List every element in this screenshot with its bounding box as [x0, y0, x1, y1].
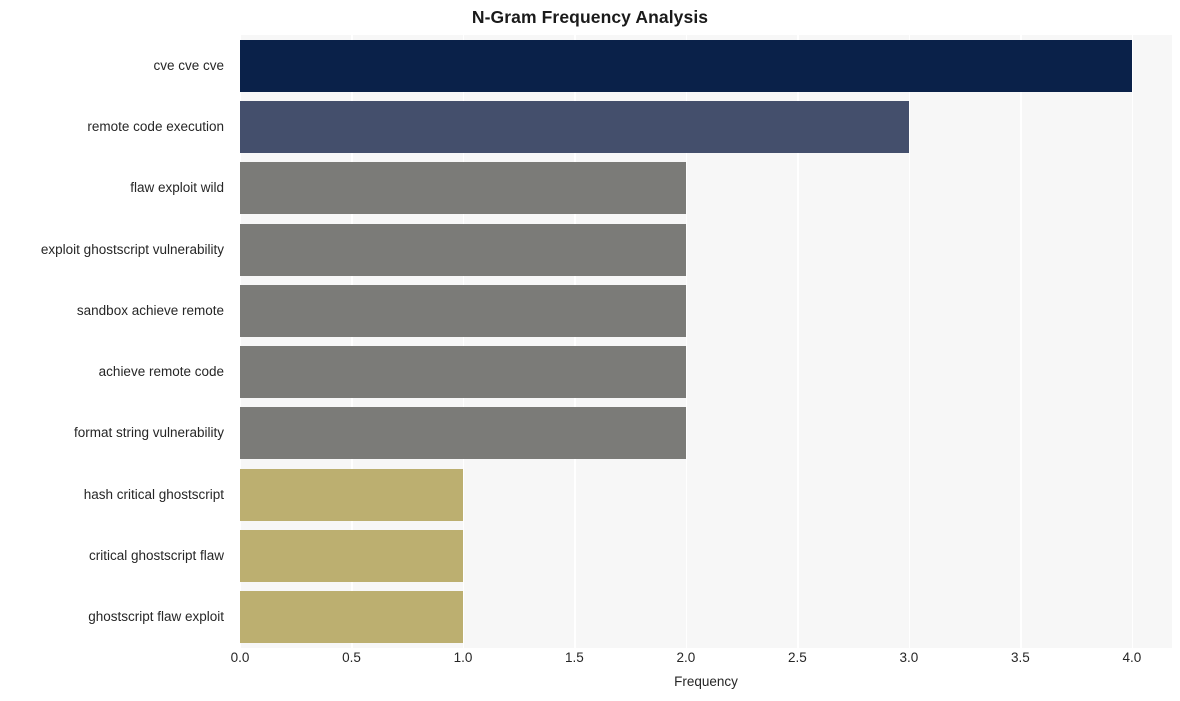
bar[interactable] — [240, 591, 463, 644]
x-tick-label: 0.5 — [342, 650, 361, 665]
x-tick-label: 3.5 — [1010, 650, 1030, 665]
chart-title: N-Gram Frequency Analysis — [471, 7, 709, 27]
bar[interactable] — [240, 100, 909, 153]
x-tick-label: 0.0 — [230, 650, 250, 665]
x-tick-label: 1.5 — [565, 650, 584, 665]
y-tick-label: hash critical ghostscript — [83, 486, 224, 502]
y-tick-label: sandbox achieve remote — [76, 302, 224, 318]
y-tick-label: cve cve cve — [153, 57, 224, 73]
chart-figure: N-Gram Frequency Analysis cve cve cve rem… — [0, 0, 1180, 701]
bar[interactable] — [240, 530, 463, 583]
y-tick-label: flaw exploit wild — [130, 180, 224, 196]
x-axis-label: Frequency — [674, 674, 738, 689]
bar[interactable] — [240, 346, 686, 399]
bar[interactable] — [240, 162, 686, 215]
gridline-x-3.5 — [1020, 35, 1022, 648]
plot-area — [240, 35, 1172, 648]
y-tick-label: remote code execution — [87, 118, 224, 134]
bar[interactable] — [240, 468, 463, 521]
x-axis-tick-labels: 0.0 0.5 1.0 1.5 2.0 2.5 3.0 3.5 4.0 — [231, 650, 1172, 672]
bar[interactable] — [240, 407, 686, 460]
y-tick-label: format string vulnerability — [73, 425, 224, 441]
y-tick-label: exploit ghostscript vulnerability — [40, 241, 224, 257]
x-tick-label: 2.0 — [676, 650, 696, 665]
x-tick-label: 2.5 — [788, 650, 807, 665]
gridline-x-4.0 — [1131, 35, 1134, 648]
y-tick-label: ghostscript flaw exploit — [88, 609, 224, 625]
y-tick-label: critical ghostscript flaw — [88, 548, 224, 564]
x-tick-label: 4.0 — [1122, 650, 1142, 665]
bar[interactable] — [240, 223, 686, 276]
gridline-x-3.0 — [908, 35, 911, 648]
x-tick-label: 3.0 — [899, 650, 919, 665]
y-axis-tick-labels: cve cve cve remote code execution flaw exp… — [0, 35, 232, 648]
bar[interactable] — [240, 284, 686, 337]
y-tick-label: achieve remote code — [98, 364, 224, 380]
bar[interactable] — [240, 39, 1132, 92]
x-tick-label: 1.0 — [453, 650, 473, 665]
